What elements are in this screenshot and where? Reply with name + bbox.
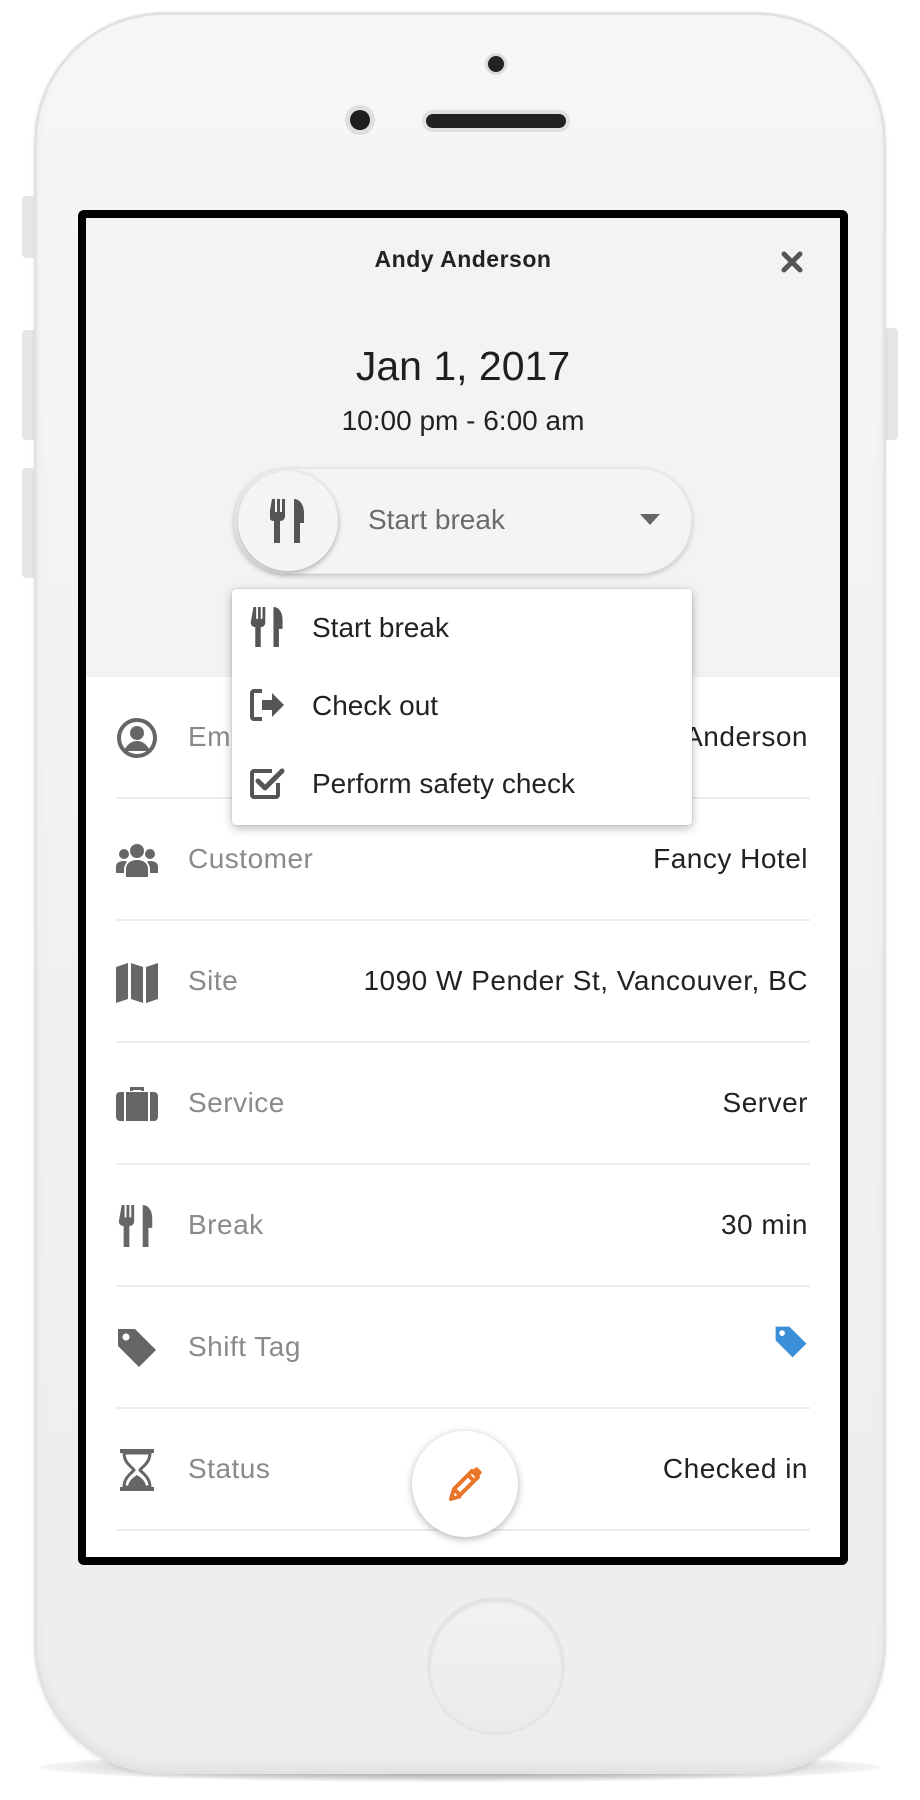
home-button[interactable] xyxy=(429,1599,563,1733)
detail-label: Service xyxy=(188,1087,285,1118)
employee-name-title: Andy Anderson xyxy=(374,246,552,272)
action-dropdown-menu: Start break Check out Perform safety che… xyxy=(232,589,692,825)
phone-screen: Andy Anderson Jan 1, 2017 10:00 pm - 6:0… xyxy=(78,210,848,1565)
briefcase-icon xyxy=(116,1087,158,1121)
menu-item-check-out[interactable]: Check out xyxy=(232,667,692,745)
action-select-label: Start break xyxy=(368,504,505,535)
pencil-icon xyxy=(449,1467,482,1501)
detail-row-site: Site 1090 W Pender St, Vancouver, BC xyxy=(116,921,810,1043)
close-button[interactable] xyxy=(776,246,808,278)
detail-label: Shift Tag xyxy=(188,1331,301,1362)
detail-label: Break xyxy=(188,1209,264,1240)
menu-item-label: Start break xyxy=(312,612,449,643)
users-icon xyxy=(116,844,158,877)
utensils-icon xyxy=(118,1205,153,1247)
menu-item-label: Perform safety check xyxy=(312,768,575,799)
menu-item-start-break[interactable]: Start break xyxy=(232,589,692,667)
edit-fab-button[interactable] xyxy=(412,1431,518,1537)
chevron-down-icon xyxy=(640,514,660,525)
speaker-grille xyxy=(426,114,566,128)
shift-date: Jan 1, 2017 xyxy=(355,343,571,389)
action-select-button[interactable]: Start break xyxy=(234,468,692,574)
tag-icon xyxy=(118,1329,156,1367)
user-circle-icon xyxy=(117,718,157,758)
detail-value: Server xyxy=(722,1087,808,1118)
detail-value: Fancy Hotel xyxy=(653,843,808,874)
phone-side-button xyxy=(884,328,898,440)
hourglass-icon xyxy=(120,1449,154,1491)
detail-value: Anderson xyxy=(684,721,808,752)
detail-value: 30 min xyxy=(720,1209,808,1240)
map-icon xyxy=(116,963,158,1003)
close-icon[interactable] xyxy=(776,246,808,278)
front-camera xyxy=(350,110,370,130)
action-icon-circle[interactable] xyxy=(238,471,338,571)
utensils-icon xyxy=(270,499,304,543)
detail-row-break: Break 30 min xyxy=(116,1165,810,1287)
shift-time: 10:00 pm - 6:00 am xyxy=(341,405,585,436)
detail-label: Status xyxy=(188,1453,271,1484)
detail-row-shift-tag: Shift Tag xyxy=(116,1287,810,1409)
detail-label: Site xyxy=(188,965,239,996)
tag-icon[interactable] xyxy=(774,1325,808,1359)
checkbox-check-icon xyxy=(250,768,285,799)
detail-value: 1090 W Pender St, Vancouver, BC xyxy=(363,965,808,996)
camera-dot xyxy=(488,56,504,72)
sign-out-icon xyxy=(250,689,284,721)
menu-item-label: Check out xyxy=(312,690,439,721)
menu-item-safety-check[interactable]: Perform safety check xyxy=(232,745,692,823)
detail-row-service: Service Server xyxy=(116,1043,810,1165)
detail-value: Checked in xyxy=(662,1453,808,1484)
detail-label: Customer xyxy=(188,843,314,874)
utensils-icon xyxy=(250,607,283,647)
